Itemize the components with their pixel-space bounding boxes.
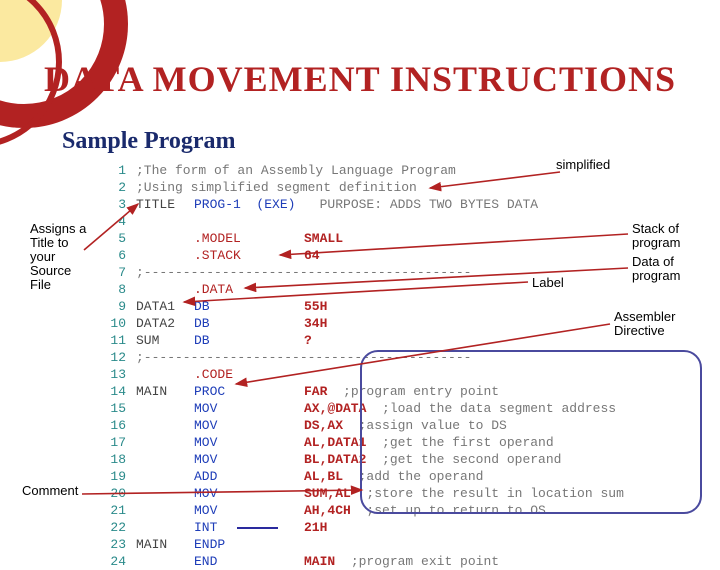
code-row: 5.MODELSMALL bbox=[100, 230, 624, 247]
code-line: .DATA bbox=[136, 281, 304, 298]
line-number: 6 bbox=[100, 247, 136, 264]
code-line: DATA2DB34H bbox=[136, 315, 327, 332]
code-line: MAINENDP bbox=[136, 536, 304, 553]
line-number: 3 bbox=[100, 196, 136, 213]
line-number: 17 bbox=[100, 434, 136, 451]
line-number: 18 bbox=[100, 451, 136, 468]
code-row: 23MAINENDP bbox=[100, 536, 624, 553]
line-number: 15 bbox=[100, 400, 136, 417]
line-number: 14 bbox=[100, 383, 136, 400]
line-number: 9 bbox=[100, 298, 136, 315]
annot-comment: Comment bbox=[22, 484, 78, 498]
code-row: 4 bbox=[100, 213, 624, 230]
code-row: 11SUMDB? bbox=[100, 332, 624, 349]
line-number: 1 bbox=[100, 162, 136, 179]
annot-label: Label bbox=[532, 276, 564, 290]
annot-assembler: Assembler Directive bbox=[614, 310, 694, 338]
line-number: 23 bbox=[100, 536, 136, 553]
code-row: 1;The form of an Assembly Language Progr… bbox=[100, 162, 624, 179]
code-line: DATA1DB55H bbox=[136, 298, 327, 315]
line-number: 10 bbox=[100, 315, 136, 332]
page-title: DATA MOVEMENT INSTRUCTIONS bbox=[0, 58, 720, 100]
line-number: 16 bbox=[100, 417, 136, 434]
code-line: INT21H bbox=[136, 519, 327, 536]
line-number: 20 bbox=[100, 485, 136, 502]
code-line: ;The form of an Assembly Language Progra… bbox=[136, 162, 456, 179]
line-number: 11 bbox=[100, 332, 136, 349]
line-number: 7 bbox=[100, 264, 136, 281]
annot-simplified: simplified bbox=[556, 158, 610, 172]
annot-data: Data of program bbox=[632, 255, 702, 283]
code-line: SUMDB? bbox=[136, 332, 312, 349]
subtitle: Sample Program bbox=[62, 128, 236, 155]
code-line: .STACK64 bbox=[136, 247, 320, 264]
annot-stack: Stack of program bbox=[632, 222, 702, 250]
line-number: 12 bbox=[100, 349, 136, 366]
code-row: 6.STACK64 bbox=[100, 247, 624, 264]
code-row: 3TITLEPROG-1 (EXE) PURPOSE: ADDS TWO BYT… bbox=[100, 196, 624, 213]
code-row: 24ENDMAIN ;program exit point bbox=[100, 553, 624, 570]
line-number: 8 bbox=[100, 281, 136, 298]
line-number: 4 bbox=[100, 213, 136, 230]
line-number: 13 bbox=[100, 366, 136, 383]
annot-assigns-title: Assigns a Title to your Source File bbox=[30, 222, 90, 292]
code-line bbox=[136, 213, 304, 230]
code-line: TITLEPROG-1 (EXE) PURPOSE: ADDS TWO BYTE… bbox=[136, 196, 538, 213]
code-row: 10DATA2DB34H bbox=[100, 315, 624, 332]
code-line: .MODELSMALL bbox=[136, 230, 343, 247]
code-row: 2;Using simplified segment definition bbox=[100, 179, 624, 196]
code-line: ;Using simplified segment definition bbox=[136, 179, 417, 196]
code-row: 9DATA1DB55H bbox=[100, 298, 624, 315]
code-line: ;---------------------------------------… bbox=[136, 264, 471, 281]
line-number: 19 bbox=[100, 468, 136, 485]
code-row: 22INT21H bbox=[100, 519, 624, 536]
line-number: 24 bbox=[100, 553, 136, 570]
code-line: .CODE bbox=[136, 366, 304, 383]
comment-highlight-box bbox=[360, 350, 702, 514]
line-number: 5 bbox=[100, 230, 136, 247]
line-number: 22 bbox=[100, 519, 136, 536]
line-number: 21 bbox=[100, 502, 136, 519]
line-number: 2 bbox=[100, 179, 136, 196]
code-line: ENDMAIN ;program exit point bbox=[136, 553, 499, 570]
